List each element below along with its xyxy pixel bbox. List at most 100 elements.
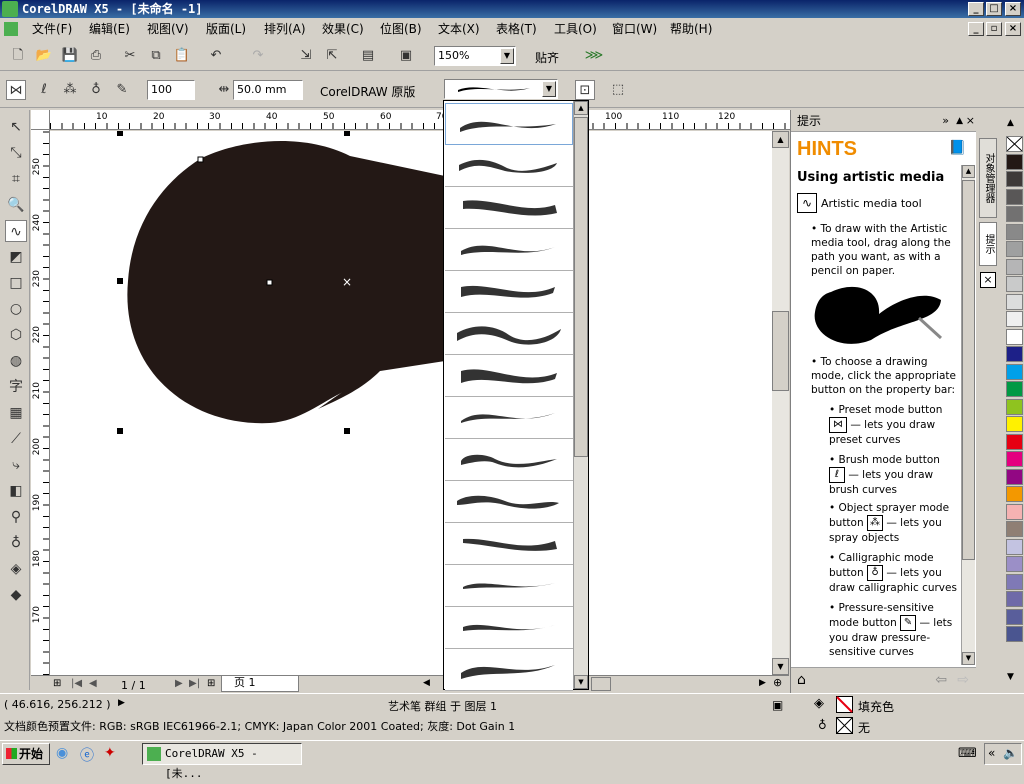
page-tab[interactable]: 页 1 — [221, 676, 299, 692]
menu-file[interactable]: 文件(F) — [32, 21, 72, 38]
stroke-option-4[interactable] — [445, 229, 573, 271]
no-color-swatch[interactable] — [1006, 136, 1023, 152]
stroke-option-7[interactable] — [445, 355, 573, 397]
scroll-up-icon[interactable]: ▲ — [962, 165, 975, 178]
bounding-box-icon[interactable]: ⬚ — [608, 80, 628, 100]
basic-shapes-tool-icon[interactable]: ◍ — [5, 350, 27, 372]
pressure-mode-icon[interactable]: ✎ — [112, 80, 132, 100]
canvas-vertical-scrollbar[interactable]: ▲ ▼ — [772, 131, 789, 675]
color-swatch[interactable] — [1006, 293, 1023, 310]
zoom-level-select[interactable]: 150% ▼ — [434, 46, 516, 66]
next-page-icon[interactable]: ▶ — [175, 678, 183, 689]
menu-effects[interactable]: 效果(C) — [322, 21, 364, 38]
stroke-width-field[interactable]: 50.0 mm — [233, 80, 303, 100]
smart-fill-tool-icon[interactable]: ◩ — [5, 246, 27, 268]
close-icon[interactable]: × — [1005, 2, 1021, 16]
palette-scroll-up-icon[interactable]: ▲ — [1007, 118, 1023, 132]
welcome-icon[interactable]: ▣ — [396, 46, 416, 66]
vertical-ruler[interactable]: 250 240 230 220 210 200 190 180 170 — [31, 130, 50, 675]
color-swatch[interactable] — [1006, 486, 1023, 502]
stroke-option-14[interactable] — [445, 649, 573, 691]
scroll-right-icon[interactable]: ▶ — [759, 678, 766, 688]
table-tool-icon[interactable]: ▦ — [5, 402, 27, 424]
brush-mode-icon[interactable]: ℓ — [34, 80, 54, 100]
start-button[interactable]: 开始 — [2, 743, 50, 765]
scale-stroke-icon[interactable]: ⊡ — [575, 80, 595, 100]
polygon-tool-icon[interactable]: ⬡ — [5, 324, 27, 346]
color-swatch[interactable] — [1006, 311, 1023, 327]
stroke-option-11[interactable] — [445, 523, 573, 565]
outline-tool-icon[interactable]: ♁ — [5, 532, 27, 554]
save-icon[interactable]: 💾 — [60, 46, 80, 66]
preset-mode-icon[interactable]: ⋈ — [6, 80, 26, 100]
import-icon[interactable]: ⇲ — [296, 46, 316, 66]
color-swatch[interactable] — [1006, 433, 1023, 450]
stroke-option-12[interactable] — [445, 565, 573, 607]
ellipse-tool-icon[interactable]: ○ — [5, 298, 27, 320]
palette-scroll-down-icon[interactable]: ▼ — [1007, 672, 1023, 686]
scroll-left-icon[interactable]: ◀ — [423, 678, 430, 688]
home-icon[interactable]: ⌂ — [797, 672, 806, 688]
scroll-up-icon[interactable]: ▲ — [772, 131, 789, 148]
menu-arrange[interactable]: 排列(A) — [264, 21, 306, 38]
color-swatch[interactable] — [1006, 626, 1023, 642]
color-profile-info[interactable]: 文档颜色预置文件: RGB: sRGB IEC61966-2.1; CMYK: … — [4, 718, 514, 734]
menu-help[interactable]: 帮助(H) — [670, 21, 712, 38]
drawing-canvas[interactable]: × — [50, 131, 772, 675]
docker-roll-icon[interactable]: ▲ — [956, 110, 963, 132]
shape-tool-icon[interactable]: ⤡ — [5, 142, 27, 164]
snap-settings-icon[interactable]: ⋙ — [584, 46, 604, 66]
docker-close-icon[interactable]: × — [966, 110, 975, 132]
keyboard-icon[interactable]: ⌨ — [958, 746, 977, 761]
color-swatch[interactable] — [1006, 608, 1023, 625]
menu-bitmaps[interactable]: 位图(B) — [380, 21, 422, 38]
rectangle-tool-icon[interactable]: □ — [5, 272, 27, 294]
doc-minimize-icon[interactable]: _ — [968, 22, 984, 36]
scroll-thumb[interactable] — [962, 180, 975, 560]
menu-layout[interactable]: 版面(L) — [206, 21, 246, 38]
scroll-thumb[interactable] — [574, 117, 588, 457]
prev-page-icon[interactable]: ◀ — [89, 678, 97, 689]
new-icon[interactable]: 🗋 — [8, 46, 28, 66]
menu-text[interactable]: 文本(X) — [438, 21, 480, 38]
color-swatch[interactable] — [1006, 363, 1023, 380]
color-swatch[interactable] — [1006, 381, 1023, 397]
scroll-up-icon[interactable]: ▲ — [574, 101, 588, 115]
volume-icon[interactable]: 🔈 — [1003, 746, 1018, 760]
color-swatch[interactable] — [1006, 521, 1023, 537]
pick-tool-icon[interactable]: ↖ — [5, 116, 27, 138]
taskbar-coreldraw-button[interactable]: CorelDRAW X5 - [未... — [142, 743, 302, 780]
cut-icon[interactable]: ✂ — [120, 46, 140, 66]
browser-icon[interactable]: ⓔ — [80, 745, 94, 765]
text-tool-icon[interactable]: 字 — [5, 376, 27, 398]
color-swatch[interactable] — [1006, 276, 1023, 292]
color-swatch[interactable] — [1006, 416, 1023, 432]
launcher-icon[interactable]: ▤ — [358, 46, 378, 66]
docker-tab-object-manager[interactable]: 对象管理器 — [979, 138, 997, 218]
docker-tab-hints[interactable]: 提示 — [979, 222, 997, 266]
color-swatch[interactable] — [1006, 188, 1023, 205]
scroll-down-icon[interactable]: ▼ — [772, 658, 789, 675]
smoothness-field[interactable]: 100 — [147, 80, 195, 100]
fill-tool-icon[interactable]: ◈ — [5, 558, 27, 580]
stroke-option-8[interactable] — [445, 397, 573, 439]
paste-icon[interactable]: 📋 — [172, 46, 192, 66]
preset-stroke-select[interactable]: ▼ — [444, 79, 558, 99]
scroll-down-icon[interactable]: ▼ — [962, 652, 975, 665]
color-swatch[interactable] — [1006, 451, 1023, 467]
app-shortcut-icon[interactable]: ✦ — [104, 745, 116, 761]
horizontal-ruler[interactable]: 10 20 30 40 50 60 70 100 110 120 — [50, 110, 790, 130]
color-swatch[interactable] — [1006, 573, 1023, 590]
open-icon[interactable]: 📂 — [34, 46, 54, 66]
eyedropper-tool-icon[interactable]: ⚲ — [5, 506, 27, 528]
menu-table[interactable]: 表格(T) — [496, 21, 537, 38]
zoom-navigator-icon[interactable]: ⊕ — [773, 676, 782, 689]
export-icon[interactable]: ⇱ — [322, 46, 342, 66]
maximize-icon[interactable]: □ — [986, 2, 1002, 16]
stroke-option-2[interactable] — [445, 145, 573, 187]
stroke-option-9[interactable] — [445, 439, 573, 481]
docker-collapse-icon[interactable]: » — [942, 110, 949, 132]
color-swatch[interactable] — [1006, 223, 1023, 240]
add-page-after-icon[interactable]: ⊞ — [207, 678, 215, 689]
stroke-option-10[interactable] — [445, 481, 573, 523]
